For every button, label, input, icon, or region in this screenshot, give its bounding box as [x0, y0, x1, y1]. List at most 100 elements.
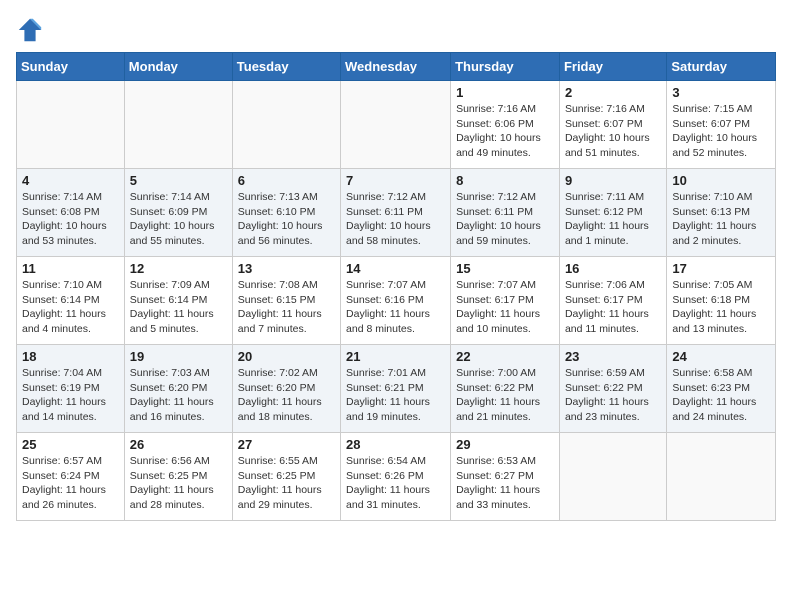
- day-number: 7: [346, 173, 445, 188]
- calendar-cell: 25 Sunrise: 6:57 AM Sunset: 6:24 PM Dayli…: [17, 433, 125, 521]
- calendar-cell: [559, 433, 666, 521]
- calendar-cell: 3Sunrise: 7:15 AM Sunset: 6:07 PM Daylig…: [667, 81, 776, 169]
- day-number: 18: [22, 349, 119, 364]
- calendar-cell: 14 Sunrise: 7:07 AM Sunset: 6:16 PM Dayli…: [341, 257, 451, 345]
- calendar-cell: 9 Sunrise: 7:11 AM Sunset: 6:12 PM Daylig…: [559, 169, 666, 257]
- calendar-cell: 20Sunrise: 7:02 AM Sunset: 6:20 PM Dayli…: [232, 345, 340, 433]
- day-number: 22: [456, 349, 554, 364]
- day-info: Sunrise: 6:58 AM Sunset: 6:23 PM Dayligh…: [672, 366, 770, 425]
- calendar-cell: [17, 81, 125, 169]
- day-info: Sunrise: 7:03 AM Sunset: 6:20 PM Dayligh…: [130, 366, 227, 425]
- calendar-cell: [341, 81, 451, 169]
- calendar-cell: 1 Sunrise: 7:16 AM Sunset: 6:06 PM Daylig…: [451, 81, 560, 169]
- calendar-week-row: 4 Sunrise: 7:14 AM Sunset: 6:08 PM Daylig…: [17, 169, 776, 257]
- logo-icon: [16, 16, 44, 44]
- day-info: Sunrise: 7:12 AM Sunset: 6:11 PM Dayligh…: [346, 190, 445, 249]
- column-header-friday: Friday: [559, 53, 666, 81]
- calendar-cell: 22 Sunrise: 7:00 AM Sunset: 6:22 PM Dayli…: [451, 345, 560, 433]
- day-number: 1: [456, 85, 554, 100]
- day-number: 10: [672, 173, 770, 188]
- column-header-monday: Monday: [124, 53, 232, 81]
- calendar-cell: 11 Sunrise: 7:10 AM Sunset: 6:14 PM Dayli…: [17, 257, 125, 345]
- day-info: Sunrise: 7:13 AM Sunset: 6:10 PM Dayligh…: [238, 190, 335, 249]
- day-info: Sunrise: 6:54 AM Sunset: 6:26 PM Dayligh…: [346, 454, 445, 513]
- calendar-week-row: 25 Sunrise: 6:57 AM Sunset: 6:24 PM Dayli…: [17, 433, 776, 521]
- day-number: 14: [346, 261, 445, 276]
- calendar-cell: [667, 433, 776, 521]
- calendar-cell: 4 Sunrise: 7:14 AM Sunset: 6:08 PM Daylig…: [17, 169, 125, 257]
- day-info: Sunrise: 7:12 AM Sunset: 6:11 PM Dayligh…: [456, 190, 554, 249]
- column-header-saturday: Saturday: [667, 53, 776, 81]
- logo: [16, 16, 48, 44]
- calendar-table: SundayMondayTuesdayWednesdayThursdayFrid…: [16, 52, 776, 521]
- day-info: Sunrise: 7:06 AM Sunset: 6:17 PM Dayligh…: [565, 278, 661, 337]
- column-header-sunday: Sunday: [17, 53, 125, 81]
- calendar-cell: 10 Sunrise: 7:10 AM Sunset: 6:13 PM Dayli…: [667, 169, 776, 257]
- calendar-cell: 18 Sunrise: 7:04 AM Sunset: 6:19 PM Dayli…: [17, 345, 125, 433]
- day-info: Sunrise: 7:14 AM Sunset: 6:09 PM Dayligh…: [130, 190, 227, 249]
- day-number: 21: [346, 349, 445, 364]
- day-info: Sunrise: 7:05 AM Sunset: 6:18 PM Dayligh…: [672, 278, 770, 337]
- day-number: 29: [456, 437, 554, 452]
- day-number: 9: [565, 173, 661, 188]
- calendar-cell: 27 Sunrise: 6:55 AM Sunset: 6:25 PM Dayli…: [232, 433, 340, 521]
- calendar-week-row: 11 Sunrise: 7:10 AM Sunset: 6:14 PM Dayli…: [17, 257, 776, 345]
- calendar-cell: 28 Sunrise: 6:54 AM Sunset: 6:26 PM Dayli…: [341, 433, 451, 521]
- day-info: Sunrise: 7:00 AM Sunset: 6:22 PM Dayligh…: [456, 366, 554, 425]
- calendar-cell: 7 Sunrise: 7:12 AM Sunset: 6:11 PM Daylig…: [341, 169, 451, 257]
- calendar-header-row: SundayMondayTuesdayWednesdayThursdayFrid…: [17, 53, 776, 81]
- calendar-cell: [124, 81, 232, 169]
- column-header-tuesday: Tuesday: [232, 53, 340, 81]
- day-info: Sunrise: 6:53 AM Sunset: 6:27 PM Dayligh…: [456, 454, 554, 513]
- calendar-cell: 5 Sunrise: 7:14 AM Sunset: 6:09 PM Daylig…: [124, 169, 232, 257]
- day-info: Sunrise: 7:15 AM Sunset: 6:07 PM Dayligh…: [672, 102, 770, 161]
- day-info: Sunrise: 7:09 AM Sunset: 6:14 PM Dayligh…: [130, 278, 227, 337]
- day-number: 28: [346, 437, 445, 452]
- day-info: Sunrise: 7:01 AM Sunset: 6:21 PM Dayligh…: [346, 366, 445, 425]
- calendar-cell: 24Sunrise: 6:58 AM Sunset: 6:23 PM Dayli…: [667, 345, 776, 433]
- calendar-cell: 8 Sunrise: 7:12 AM Sunset: 6:11 PM Daylig…: [451, 169, 560, 257]
- day-number: 5: [130, 173, 227, 188]
- day-number: 27: [238, 437, 335, 452]
- day-number: 25: [22, 437, 119, 452]
- day-number: 2: [565, 85, 661, 100]
- day-number: 8: [456, 173, 554, 188]
- day-info: Sunrise: 6:59 AM Sunset: 6:22 PM Dayligh…: [565, 366, 661, 425]
- calendar-cell: 21 Sunrise: 7:01 AM Sunset: 6:21 PM Dayli…: [341, 345, 451, 433]
- day-info: Sunrise: 7:10 AM Sunset: 6:13 PM Dayligh…: [672, 190, 770, 249]
- calendar-cell: 2 Sunrise: 7:16 AM Sunset: 6:07 PM Daylig…: [559, 81, 666, 169]
- calendar-cell: 23 Sunrise: 6:59 AM Sunset: 6:22 PM Dayli…: [559, 345, 666, 433]
- day-info: Sunrise: 7:16 AM Sunset: 6:06 PM Dayligh…: [456, 102, 554, 161]
- day-info: Sunrise: 7:07 AM Sunset: 6:16 PM Dayligh…: [346, 278, 445, 337]
- calendar-cell: 29 Sunrise: 6:53 AM Sunset: 6:27 PM Dayli…: [451, 433, 560, 521]
- day-number: 4: [22, 173, 119, 188]
- calendar-cell: 6Sunrise: 7:13 AM Sunset: 6:10 PM Daylig…: [232, 169, 340, 257]
- day-info: Sunrise: 7:02 AM Sunset: 6:20 PM Dayligh…: [238, 366, 335, 425]
- calendar-week-row: 18 Sunrise: 7:04 AM Sunset: 6:19 PM Dayli…: [17, 345, 776, 433]
- day-info: Sunrise: 6:55 AM Sunset: 6:25 PM Dayligh…: [238, 454, 335, 513]
- column-header-wednesday: Wednesday: [341, 53, 451, 81]
- calendar-cell: 16 Sunrise: 7:06 AM Sunset: 6:17 PM Dayli…: [559, 257, 666, 345]
- calendar-cell: 17Sunrise: 7:05 AM Sunset: 6:18 PM Dayli…: [667, 257, 776, 345]
- calendar-cell: 13Sunrise: 7:08 AM Sunset: 6:15 PM Dayli…: [232, 257, 340, 345]
- calendar-cell: [232, 81, 340, 169]
- day-info: Sunrise: 7:10 AM Sunset: 6:14 PM Dayligh…: [22, 278, 119, 337]
- day-info: Sunrise: 6:57 AM Sunset: 6:24 PM Dayligh…: [22, 454, 119, 513]
- calendar-cell: 19Sunrise: 7:03 AM Sunset: 6:20 PM Dayli…: [124, 345, 232, 433]
- day-info: Sunrise: 7:11 AM Sunset: 6:12 PM Dayligh…: [565, 190, 661, 249]
- day-info: Sunrise: 7:04 AM Sunset: 6:19 PM Dayligh…: [22, 366, 119, 425]
- page-header: [16, 16, 776, 44]
- calendar-cell: 15Sunrise: 7:07 AM Sunset: 6:17 PM Dayli…: [451, 257, 560, 345]
- day-number: 11: [22, 261, 119, 276]
- day-info: Sunrise: 7:16 AM Sunset: 6:07 PM Dayligh…: [565, 102, 661, 161]
- calendar-cell: 12 Sunrise: 7:09 AM Sunset: 6:14 PM Dayli…: [124, 257, 232, 345]
- day-number: 16: [565, 261, 661, 276]
- day-info: Sunrise: 6:56 AM Sunset: 6:25 PM Dayligh…: [130, 454, 227, 513]
- day-number: 12: [130, 261, 227, 276]
- day-number: 15: [456, 261, 554, 276]
- day-number: 23: [565, 349, 661, 364]
- day-info: Sunrise: 7:08 AM Sunset: 6:15 PM Dayligh…: [238, 278, 335, 337]
- day-number: 26: [130, 437, 227, 452]
- day-info: Sunrise: 7:14 AM Sunset: 6:08 PM Dayligh…: [22, 190, 119, 249]
- calendar-week-row: 1 Sunrise: 7:16 AM Sunset: 6:06 PM Daylig…: [17, 81, 776, 169]
